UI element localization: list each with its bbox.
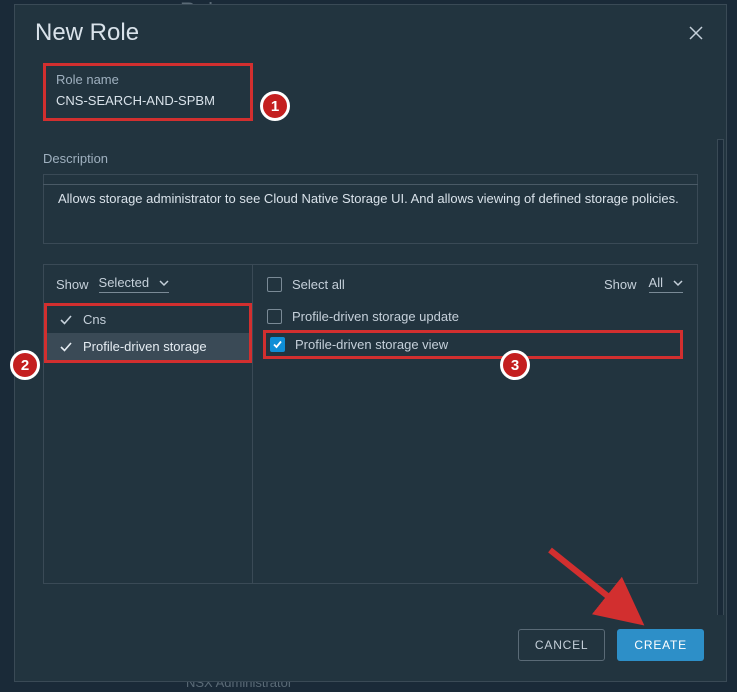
role-name-field-highlight: Role name CNS-SEARCH-AND-SPBM: [43, 63, 253, 121]
category-filter-dropdown[interactable]: Selected: [99, 275, 170, 293]
permission-checkbox[interactable]: [267, 309, 282, 324]
modal-header: New Role: [15, 5, 726, 57]
permissions-panels: Show Selected Cns Profile-driven storage: [43, 264, 698, 584]
scrollbar[interactable]: [717, 139, 724, 615]
select-all-label: Select all: [292, 277, 345, 292]
permission-label: Profile-driven storage update: [292, 309, 459, 324]
permission-filter-label: Show: [604, 277, 637, 292]
category-filter-row: Show Selected: [44, 265, 252, 303]
permission-row-view[interactable]: Profile-driven storage view: [266, 335, 680, 354]
permission-row-update[interactable]: Profile-driven storage update: [253, 303, 697, 330]
chevron-down-icon: [159, 278, 169, 288]
checkmark-icon: [59, 313, 73, 327]
category-filter-label: Show: [56, 277, 89, 292]
category-list-highlight: Cns Profile-driven storage: [44, 303, 252, 363]
description-block: Description Allows storage administrator…: [43, 151, 698, 244]
permission-panel: Select all Show All Profile-driven stora…: [253, 264, 698, 584]
role-name-underline: [43, 184, 698, 185]
checkmark-icon: [59, 340, 73, 354]
close-button[interactable]: [686, 23, 706, 43]
role-name-input[interactable]: CNS-SEARCH-AND-SPBM: [56, 93, 240, 108]
modal-body: Role name CNS-SEARCH-AND-SPBM Descriptio…: [15, 57, 726, 615]
annotation-badge-3: 3: [500, 350, 530, 380]
category-item-profile-storage[interactable]: Profile-driven storage: [47, 333, 249, 360]
category-label: Profile-driven storage: [83, 339, 207, 354]
permission-checkbox[interactable]: [270, 337, 285, 352]
permission-filter-dropdown[interactable]: All: [649, 275, 683, 293]
category-label: Cns: [83, 312, 106, 327]
annotation-badge-1: 1: [260, 91, 290, 121]
chevron-down-icon: [673, 278, 683, 288]
permission-head-row: Select all Show All: [253, 265, 697, 303]
permission-filter-row: Show All: [604, 275, 683, 293]
annotation-badge-2: 2: [10, 350, 40, 380]
close-icon: [688, 25, 704, 41]
permission-row-view-highlight: Profile-driven storage view: [263, 330, 683, 359]
modal-title: New Role: [35, 19, 139, 47]
role-name-label: Role name: [56, 72, 240, 87]
category-filter-value: Selected: [99, 275, 150, 290]
description-label: Description: [43, 151, 698, 166]
category-panel: Show Selected Cns Profile-driven storage: [43, 264, 253, 584]
checkmark-icon: [272, 339, 283, 350]
select-all-checkbox[interactable]: [267, 277, 282, 292]
select-all-row[interactable]: Select all: [267, 277, 345, 292]
permission-label: Profile-driven storage view: [295, 337, 448, 352]
permission-filter-value: All: [649, 275, 663, 290]
annotation-arrow: [540, 540, 670, 640]
category-item-cns[interactable]: Cns: [47, 306, 249, 333]
